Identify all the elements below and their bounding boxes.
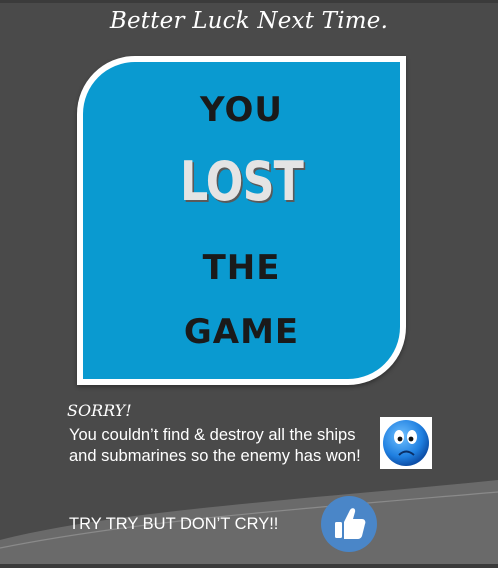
lost-game-card: YOU LOST THE GAME: [77, 56, 406, 385]
thumbs-up-icon: [320, 495, 378, 553]
card-word-you: YOU: [200, 90, 283, 130]
card-word-lost: LOST: [179, 150, 304, 213]
loss-message: You couldn’t find & destroy all the ship…: [69, 426, 361, 465]
top-border: [0, 0, 498, 3]
sad-face-icon: [380, 417, 432, 469]
card-word-the: THE: [202, 248, 281, 288]
lost-game-image: YOU LOST THE GAME: [83, 62, 400, 379]
try-again-text: TRY TRY BUT DON’T CRY!!: [69, 515, 279, 533]
page-title: Better Luck Next Time.: [109, 8, 389, 34]
sorry-label: SORRY!: [67, 401, 132, 420]
card-word-game: GAME: [183, 312, 300, 352]
